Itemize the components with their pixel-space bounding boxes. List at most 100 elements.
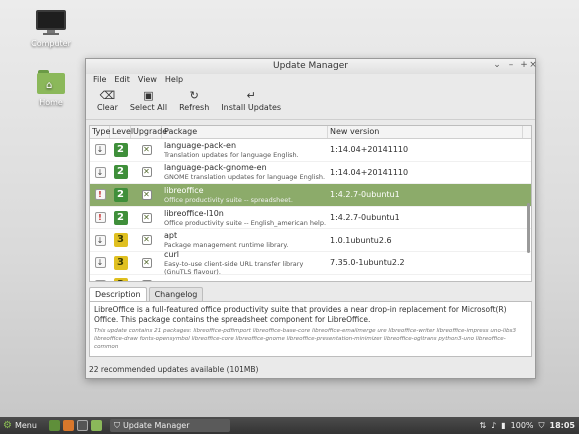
clear-button[interactable]: ⌫ Clear bbox=[91, 86, 124, 119]
taskbar-window-update-manager[interactable]: ⛉ Update Manager bbox=[109, 419, 230, 432]
level-badge: 2 bbox=[113, 142, 128, 157]
select-all-icon: ▣ bbox=[143, 89, 154, 102]
table-row[interactable]: ↓ 2 ✕ language-pack-gnome-en GNOME translati… bbox=[90, 162, 531, 185]
menu-button[interactable]: ⚙ Menu bbox=[0, 420, 37, 431]
minimize-button[interactable]: – bbox=[505, 60, 517, 70]
level-badge: 3 bbox=[113, 233, 128, 248]
package-version: 1:4.2.7-0ubuntu1 bbox=[330, 190, 400, 200]
table-row[interactable]: ↓ 3 ✕ curl Easy-to-use client-side URL trans… bbox=[90, 249, 531, 276]
col-upgrade[interactable]: Upgrade bbox=[131, 126, 167, 138]
package-update-icon: ↓ bbox=[94, 234, 106, 246]
menu-edit[interactable]: Edit bbox=[110, 74, 134, 86]
table-row[interactable]: ! 3 ✕ evolution-data-server 3.10.4-0ubuntu1.… bbox=[90, 275, 531, 282]
package-name: language-pack-gnome-en bbox=[164, 163, 267, 173]
col-package[interactable]: Package bbox=[162, 126, 328, 138]
home-folder-icon: ⌂ bbox=[37, 70, 65, 94]
show-desktop-icon[interactable] bbox=[48, 420, 60, 431]
files-icon[interactable] bbox=[90, 420, 102, 431]
network-icon[interactable]: ⇅ bbox=[479, 421, 486, 430]
upgrade-checkbox[interactable]: ✕ bbox=[141, 189, 152, 200]
computer-icon bbox=[36, 10, 66, 36]
clock[interactable]: 18:05 bbox=[550, 421, 575, 430]
system-tray: ⇅ ♪ ▮ 100% ⛉ 18:05 bbox=[479, 421, 579, 431]
refresh-button[interactable]: ↻ Refresh bbox=[173, 86, 215, 119]
package-update-icon: ↓ bbox=[94, 166, 106, 178]
install-icon: ↵ bbox=[246, 89, 256, 102]
desktop-icon-computer[interactable]: Computer bbox=[21, 10, 81, 48]
menubar: File Edit View Help bbox=[86, 74, 535, 86]
level-badge: 2 bbox=[113, 165, 128, 180]
update-manager-window: Update Manager ⌄ – + × File Edit View He… bbox=[85, 58, 537, 379]
desktop-icon-home[interactable]: ⌂ Home bbox=[21, 70, 81, 107]
package-name: libreoffice bbox=[164, 185, 204, 195]
level-badge: 3 bbox=[113, 278, 128, 281]
level-badge: 2 bbox=[113, 210, 128, 225]
window-menu-button[interactable]: ⌄ bbox=[491, 60, 503, 70]
col-version[interactable]: New version bbox=[328, 126, 523, 138]
security-update-icon: ! bbox=[94, 189, 106, 201]
upgrade-checkbox[interactable]: ✕ bbox=[141, 280, 152, 281]
package-version: 3.10.4-0ubuntu1.5 bbox=[330, 281, 405, 282]
detail-tabs: Description Changelog bbox=[89, 287, 205, 301]
menu-help[interactable]: Help bbox=[161, 74, 187, 86]
package-version: 1:4.2.7-0ubuntu1 bbox=[330, 213, 400, 223]
package-version: 7.35.0-1ubuntu2.2 bbox=[330, 258, 405, 268]
package-version: 1:14.04+20141110 bbox=[330, 167, 409, 177]
tab-changelog[interactable]: Changelog bbox=[148, 287, 204, 301]
refresh-label: Refresh bbox=[179, 103, 210, 112]
menu-view[interactable]: View bbox=[134, 74, 161, 86]
col-level[interactable]: Level bbox=[110, 126, 133, 138]
battery-icon[interactable]: ▮ bbox=[501, 421, 505, 430]
battery-percent: 100% bbox=[510, 421, 534, 430]
upgrade-checkbox[interactable]: ✕ bbox=[141, 235, 152, 246]
package-description: Office productivity suite -- spreadsheet… bbox=[164, 195, 293, 204]
package-name: evolution-data-server bbox=[164, 280, 250, 281]
shield-icon: ⛉ bbox=[113, 421, 120, 430]
package-description: Translation updates for language English… bbox=[164, 150, 299, 159]
table-row[interactable]: ! 2 ✕ libreoffice Office productivity suite … bbox=[90, 184, 531, 207]
table-header: Type Level Upgrade Package New version bbox=[90, 126, 531, 139]
select-all-button[interactable]: ▣ Select All bbox=[124, 86, 173, 119]
table-scrollbar[interactable] bbox=[526, 139, 531, 281]
update-shield-icon[interactable]: ⛉ bbox=[539, 421, 545, 431]
package-name: libreoffice-l10n bbox=[164, 208, 224, 218]
col-type[interactable]: Type bbox=[90, 126, 110, 138]
upgrade-checkbox[interactable]: ✕ bbox=[141, 212, 152, 223]
eraser-icon: ⌫ bbox=[99, 89, 116, 102]
firefox-icon[interactable] bbox=[62, 420, 74, 431]
package-update-icon: ↓ bbox=[94, 257, 106, 269]
menu-file[interactable]: File bbox=[89, 74, 110, 86]
mint-menu-icon: ⚙ bbox=[3, 420, 12, 431]
package-description: GNOME translation updates for language E… bbox=[164, 173, 326, 182]
upgrade-checkbox[interactable]: ✕ bbox=[141, 167, 152, 178]
package-name: language-pack-en bbox=[164, 140, 237, 150]
package-version: 1.0.1ubuntu2.6 bbox=[330, 235, 392, 245]
titlebar[interactable]: Update Manager ⌄ – + × bbox=[86, 59, 537, 74]
terminal-icon[interactable] bbox=[76, 420, 88, 431]
upgrade-checkbox[interactable]: ✕ bbox=[141, 144, 152, 155]
clear-label: Clear bbox=[97, 103, 118, 112]
package-name: curl bbox=[164, 249, 179, 259]
package-version: 1:14.04+20141110 bbox=[330, 145, 409, 155]
package-update-icon: ↓ bbox=[94, 144, 106, 156]
volume-icon[interactable]: ♪ bbox=[491, 421, 496, 430]
level-badge: 3 bbox=[113, 255, 128, 270]
level-badge: 2 bbox=[113, 187, 128, 202]
table-row[interactable]: ↓ 3 ✕ apt Package management runtime library… bbox=[90, 229, 531, 252]
window-title: Update Manager bbox=[273, 61, 348, 71]
table-row[interactable]: ! 2 ✕ libreoffice-l10n Office productivity s… bbox=[90, 207, 531, 230]
taskbar: ⚙ Menu ⛉ Update Manager ⇅ ♪ ▮ 100% ⛉ 18:… bbox=[0, 417, 579, 434]
table-body: ↓ 2 ✕ language-pack-en Translation updates f… bbox=[90, 139, 531, 282]
package-description: Easy-to-use client-side URL transfer lib… bbox=[164, 259, 304, 276]
close-button[interactable]: × bbox=[527, 60, 539, 70]
description-packages: This update contains 21 packages: libreo… bbox=[94, 328, 517, 350]
install-label: Install Updates bbox=[221, 103, 282, 112]
desktop-icon-label: Home bbox=[39, 98, 63, 107]
toolbar: ⌫ Clear ▣ Select All ↻ Refresh ↵ Install… bbox=[86, 86, 535, 120]
table-row[interactable]: ↓ 2 ✕ language-pack-en Translation updates f… bbox=[90, 139, 531, 162]
upgrade-checkbox[interactable]: ✕ bbox=[141, 257, 152, 268]
install-updates-button[interactable]: ↵ Install Updates bbox=[215, 86, 287, 119]
tab-description[interactable]: Description bbox=[89, 287, 147, 301]
desktop-icon-label: Computer bbox=[31, 39, 71, 48]
status-text: 22 recommended updates available (101MB) bbox=[89, 365, 259, 374]
